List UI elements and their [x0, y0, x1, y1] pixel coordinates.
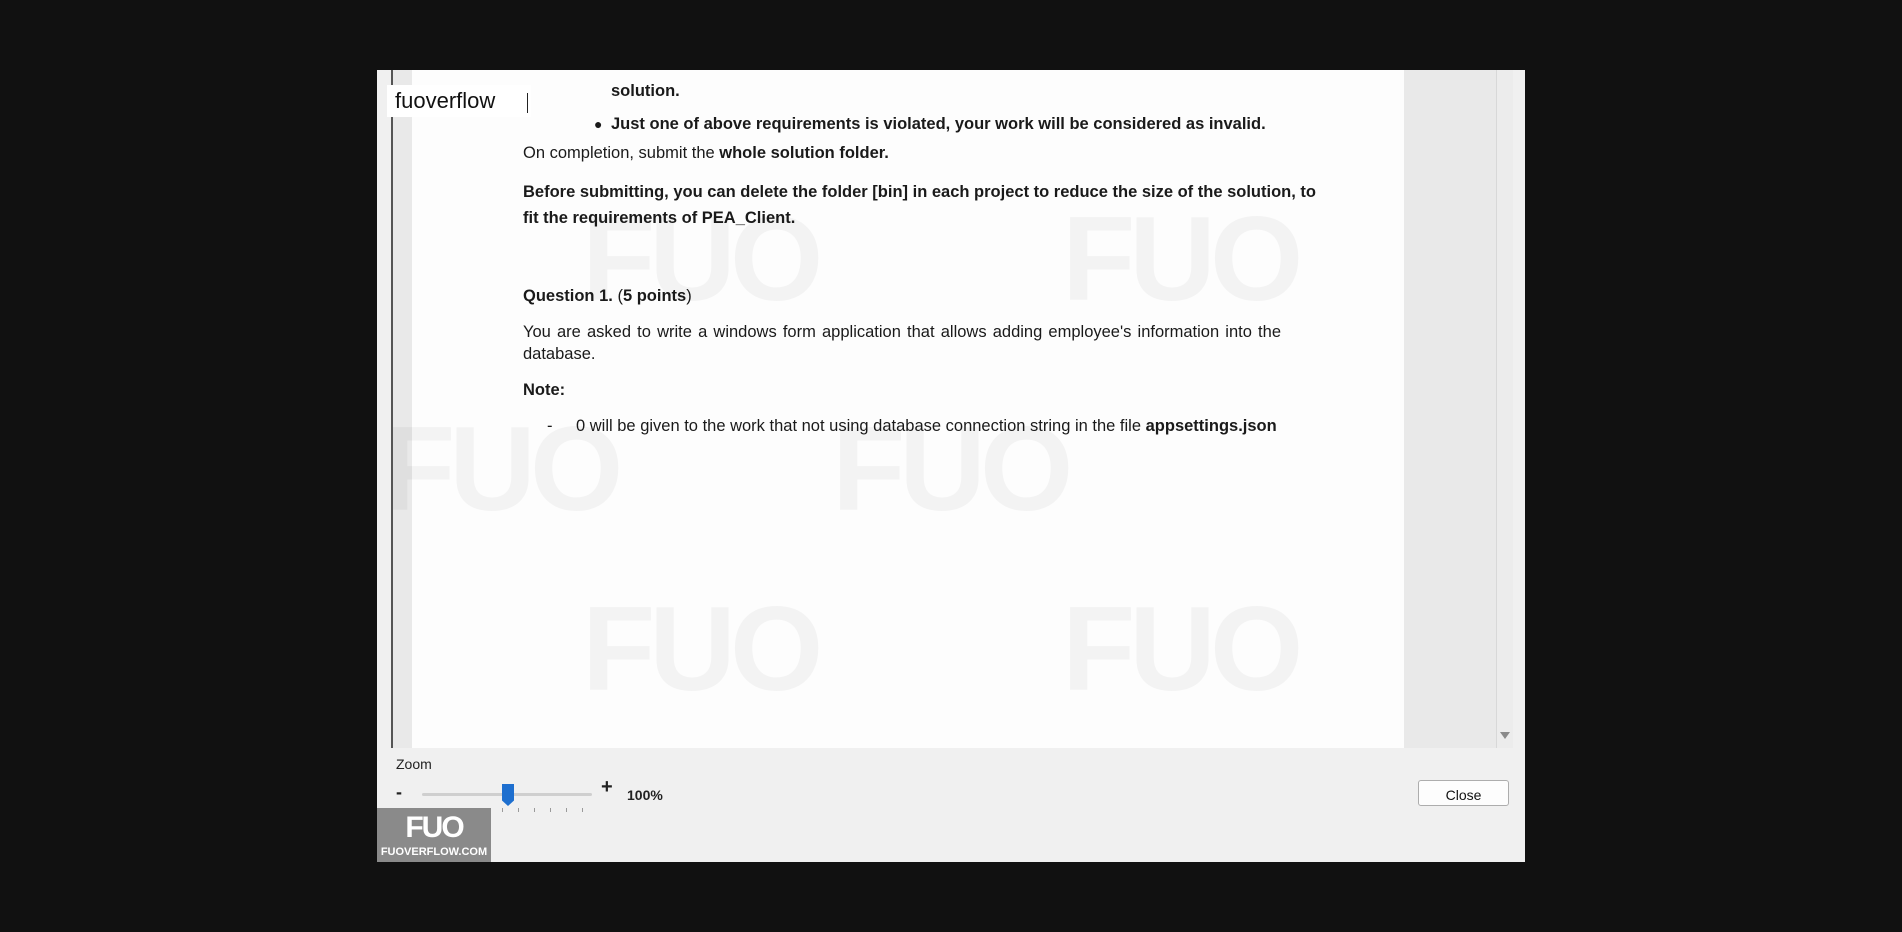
watermark-text-field[interactable]: fuoverflow [387, 85, 531, 117]
zoom-tick [518, 808, 519, 812]
zoom-tick [534, 808, 535, 812]
note-line: 0 will be given to the work that not usi… [576, 417, 1277, 436]
completion-bold: whole solution folder. [719, 144, 889, 162]
question-title: Question 1. [523, 287, 613, 305]
watermark-text-value: fuoverflow [395, 88, 496, 113]
question-paren-open: ( [612, 287, 623, 305]
question-text-line-2: database. [523, 345, 596, 363]
before-submitting-line-2: fit the requirements of PEA_Client. [523, 209, 796, 227]
scroll-down-icon[interactable] [1500, 732, 1510, 739]
before-submitting-line-1: Before submitting, you can delete the fo… [523, 183, 1316, 201]
document-page: FUO FUO FUO FUO FUO FUO solution. ● Just… [393, 70, 1404, 748]
zoom-tick [582, 808, 583, 812]
vertical-scrollbar[interactable] [1496, 70, 1513, 748]
zoom-slider-thumb[interactable] [502, 784, 514, 806]
bullet-dot: ● [594, 116, 603, 132]
zoom-slider-ticks [502, 808, 592, 814]
completion-line: On completion, submit the whole solution… [523, 144, 889, 163]
note-dash: - [547, 417, 553, 435]
completion-text: On completion, submit the [523, 144, 720, 162]
zoom-out-button[interactable]: - [396, 782, 402, 803]
close-button[interactable]: Close [1418, 780, 1509, 806]
watermark-logo: FUO [1062, 190, 1303, 328]
text-caret [527, 93, 528, 113]
zoom-in-button[interactable]: + [601, 776, 613, 799]
note-bold: appsettings.json [1145, 417, 1277, 435]
question-text-line-1: You are asked to write a windows form ap… [523, 323, 1281, 341]
logo-text: FUOVERFLOW.COM [380, 846, 488, 858]
zoom-percentage: 100% [627, 787, 663, 803]
requirement-bullet: Just one of above requirements is violat… [611, 115, 1266, 133]
watermark-logo: FUO [582, 580, 823, 718]
question-points: 5 points [622, 287, 687, 305]
zoom-label: Zoom [396, 756, 432, 772]
question-paren-close: ) [686, 287, 692, 305]
zoom-tick [550, 808, 551, 812]
document-viewer[interactable]: FUO FUO FUO FUO FUO FUO solution. ● Just… [391, 70, 1513, 748]
document-preview-window: FUO FUO FUO FUO FUO FUO solution. ● Just… [377, 70, 1525, 862]
bullet-continuation: solution. [611, 82, 680, 100]
zoom-tick [502, 808, 503, 812]
fuoverflow-logo: FUO FUOVERFLOW.COM [377, 808, 491, 862]
note-text: 0 will be given to the work that not usi… [576, 417, 1146, 435]
watermark-logo: FUO [1062, 580, 1303, 718]
note-label: Note: [523, 381, 566, 399]
logo-mark: FUO [405, 811, 464, 844]
zoom-tick [566, 808, 567, 812]
question-heading: Question 1. (5 points) [523, 287, 692, 306]
